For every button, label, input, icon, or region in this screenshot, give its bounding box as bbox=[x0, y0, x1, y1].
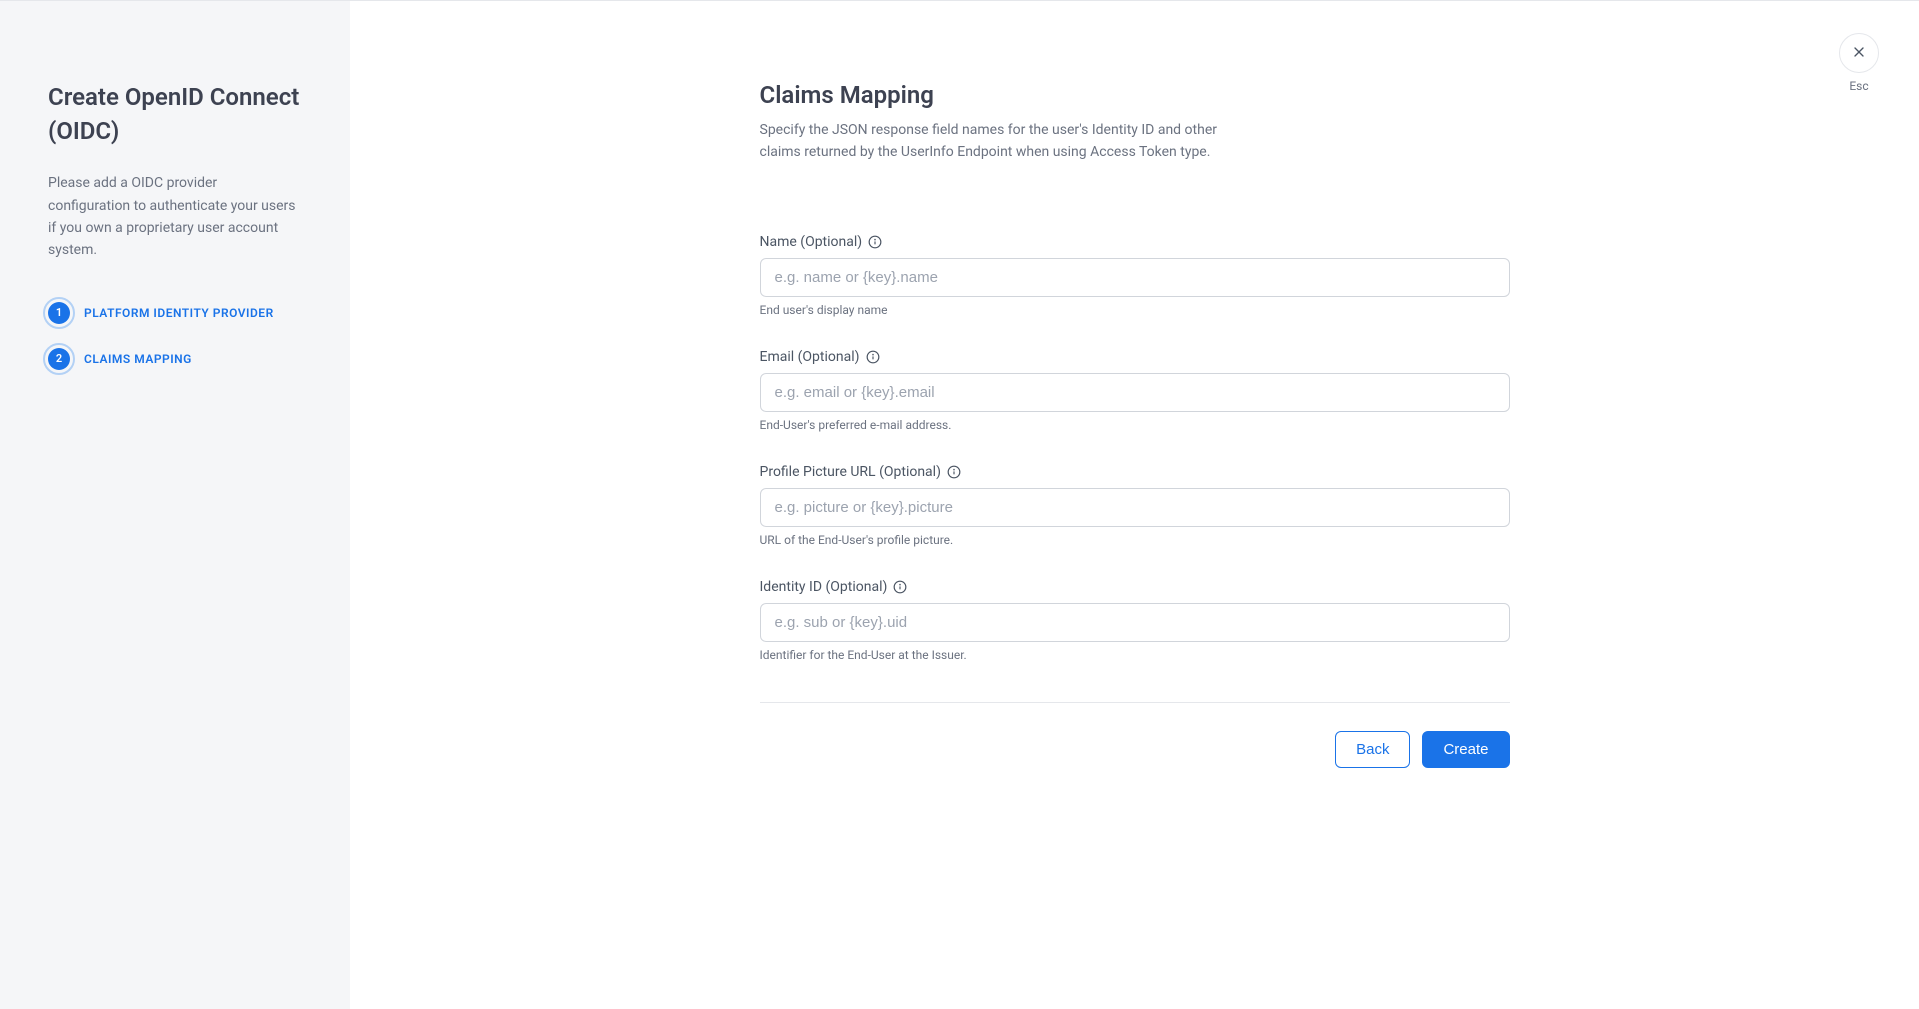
name-input[interactable] bbox=[760, 258, 1510, 297]
sidebar-title: Create OpenID Connect (OIDC) bbox=[48, 81, 302, 148]
divider bbox=[760, 702, 1510, 703]
email-input[interactable] bbox=[760, 373, 1510, 412]
field-label-row: Profile Picture URL (Optional) bbox=[760, 464, 1510, 480]
info-icon[interactable] bbox=[866, 350, 880, 364]
layout: Create OpenID Connect (OIDC) Please add … bbox=[0, 1, 1919, 1009]
field-hint: URL of the End-User's profile picture. bbox=[760, 533, 1510, 547]
create-button[interactable]: Create bbox=[1422, 731, 1509, 768]
field-label: Identity ID (Optional) bbox=[760, 579, 888, 595]
main: Esc Claims Mapping Specify the JSON resp… bbox=[350, 1, 1919, 1009]
step-item-platform-identity-provider[interactable]: 1 PLATFORM IDENTITY PROVIDER bbox=[48, 302, 302, 324]
field-label-row: Identity ID (Optional) bbox=[760, 579, 1510, 595]
form-field-name: Name (Optional) End user's display name bbox=[760, 234, 1510, 317]
step-label: CLAIMS MAPPING bbox=[84, 352, 192, 366]
field-hint: End user's display name bbox=[760, 303, 1510, 317]
form-field-email: Email (Optional) End-User's preferred e-… bbox=[760, 349, 1510, 432]
sidebar: Create OpenID Connect (OIDC) Please add … bbox=[0, 1, 350, 1009]
field-label: Profile Picture URL (Optional) bbox=[760, 464, 941, 480]
form-field-identity-id: Identity ID (Optional) Identifier for th… bbox=[760, 579, 1510, 662]
sidebar-description: Please add a OIDC provider configuration… bbox=[48, 172, 302, 262]
close-button[interactable] bbox=[1839, 33, 1879, 73]
step-number: 2 bbox=[48, 348, 70, 370]
steps-list: 1 PLATFORM IDENTITY PROVIDER 2 CLAIMS MA… bbox=[48, 302, 302, 370]
content: Claims Mapping Specify the JSON response… bbox=[760, 81, 1510, 768]
step-number: 1 bbox=[48, 302, 70, 324]
close-label: Esc bbox=[1849, 79, 1868, 93]
back-button[interactable]: Back bbox=[1335, 731, 1410, 768]
close-icon bbox=[1851, 44, 1867, 63]
info-icon[interactable] bbox=[947, 465, 961, 479]
field-hint: Identifier for the End-User at the Issue… bbox=[760, 648, 1510, 662]
step-item-claims-mapping[interactable]: 2 CLAIMS MAPPING bbox=[48, 348, 302, 370]
page-description: Specify the JSON response field names fo… bbox=[760, 119, 1260, 164]
field-label-row: Name (Optional) bbox=[760, 234, 1510, 250]
form-field-profile-picture-url: Profile Picture URL (Optional) URL of th… bbox=[760, 464, 1510, 547]
close-area: Esc bbox=[1839, 33, 1879, 93]
actions: Back Create bbox=[760, 731, 1510, 768]
page-title: Claims Mapping bbox=[760, 81, 1510, 109]
info-icon[interactable] bbox=[893, 580, 907, 594]
field-label-row: Email (Optional) bbox=[760, 349, 1510, 365]
profile-picture-url-input[interactable] bbox=[760, 488, 1510, 527]
field-label: Name (Optional) bbox=[760, 234, 863, 250]
identity-id-input[interactable] bbox=[760, 603, 1510, 642]
field-hint: End-User's preferred e-mail address. bbox=[760, 418, 1510, 432]
step-label: PLATFORM IDENTITY PROVIDER bbox=[84, 306, 274, 320]
field-label: Email (Optional) bbox=[760, 349, 860, 365]
info-icon[interactable] bbox=[868, 235, 882, 249]
